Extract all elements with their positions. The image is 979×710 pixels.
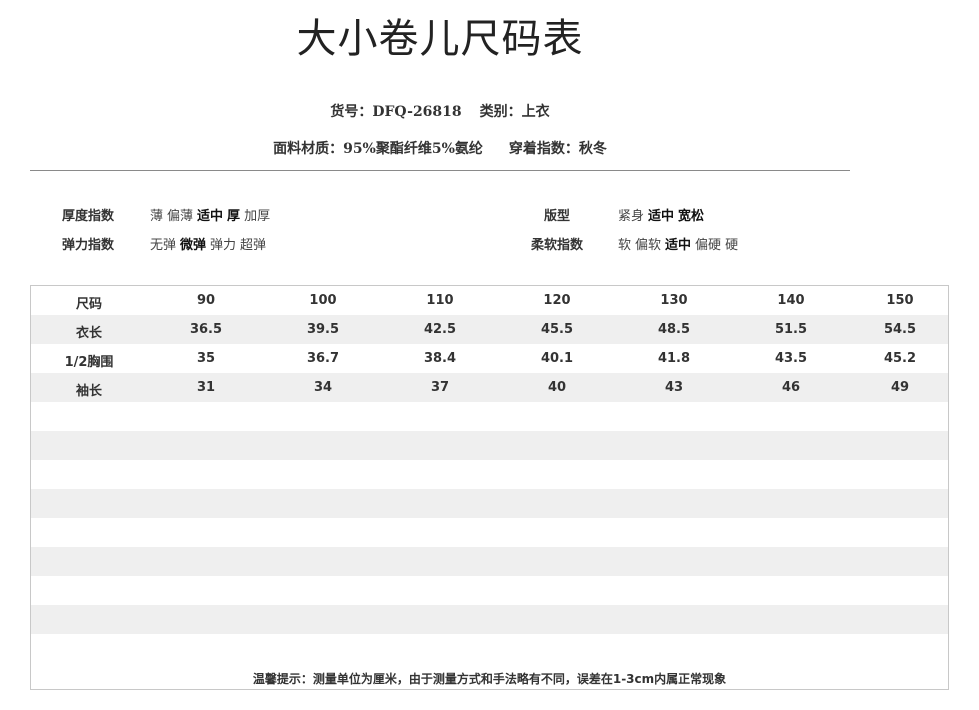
table-row: 1/2胸围 35 36.7 38.4 40.1 41.8 43.5 45.2 <box>31 344 948 373</box>
elasticity-label: 弹力指数 <box>62 238 115 253</box>
elasticity-options: 无弹 微弹 弹力 超弹 <box>150 234 270 253</box>
season-label: 穿着指数： <box>508 141 579 157</box>
table-cell: 48.5 <box>657 322 691 337</box>
fit-options: 紧身 适中 宽松 <box>618 205 708 224</box>
table-row: 袖长 31 34 37 40 43 46 49 <box>31 373 948 402</box>
category-label: 类别： <box>479 104 522 120</box>
row-label: 衣长 <box>75 326 102 341</box>
table-header-cell: 110 <box>426 293 454 308</box>
fit-option: 宽松 <box>678 209 705 224</box>
table-row <box>31 576 948 605</box>
softness-option: 偏硬 <box>695 238 722 253</box>
thickness-label: 厚度指数 <box>62 209 115 224</box>
thickness-options: 薄偏薄 适中厚加厚 <box>150 205 274 224</box>
fit-option: 适中 <box>648 209 675 224</box>
table-cell: 36.5 <box>189 322 223 337</box>
softness-option: 硬 <box>725 238 739 253</box>
table-cell: 43.5 <box>774 351 808 366</box>
elasticity-option: 超弹 <box>240 238 267 253</box>
softness-option: 适中 <box>665 238 692 253</box>
item-no: DFQ-26818 <box>372 104 462 120</box>
table-cell: 35 <box>196 351 216 366</box>
table-header-row: 尺码 90 100 110 120 130 140 150 <box>31 286 948 315</box>
table-row <box>31 634 948 663</box>
table-cell: 39.5 <box>306 322 340 337</box>
table-header-cell: 90 <box>196 293 216 308</box>
table-cell: 49 <box>890 380 910 395</box>
page-title: 大小卷儿尺码表 <box>296 16 584 62</box>
table-cell: 51.5 <box>774 322 808 337</box>
table-row <box>31 547 948 576</box>
table-header-cell: 150 <box>886 293 914 308</box>
row-label: 袖长 <box>75 384 102 399</box>
table-row <box>31 431 948 460</box>
table-cell: 40 <box>547 380 567 395</box>
table-header-cell: 尺码 <box>75 297 102 312</box>
table-row: 衣长 36.5 39.5 42.5 45.5 48.5 51.5 54.5 <box>31 315 948 344</box>
size-table: 袖长 31 34 37 40 43 46 49 1/2胸围 35 36.7 38.4 40.1 41.8 4… <box>30 285 949 690</box>
fit-option: 紧身 <box>618 209 645 224</box>
elasticity-option: 微弹 <box>180 238 207 253</box>
softness-option: 偏软 <box>635 238 662 253</box>
season: 秋冬 <box>578 141 607 157</box>
table-cell: 37 <box>430 380 450 395</box>
table-cell: 36.7 <box>306 351 340 366</box>
thickness-option: 适中 <box>197 209 224 224</box>
fit-label: 版型 <box>544 209 571 224</box>
table-row <box>31 605 948 634</box>
elasticity-option: 弹力 <box>210 238 237 253</box>
table-header-cell: 120 <box>543 293 571 308</box>
table-cell: 54.5 <box>883 322 917 337</box>
table-cell: 46 <box>781 380 801 395</box>
measurement-tip: 温馨提示：测量单位为厘米，由于测量方式和手法略有不同，误差在1-3cm内属正常现… <box>252 672 727 686</box>
table-cell: 31 <box>196 380 216 395</box>
thickness-option: 厚 <box>227 209 241 224</box>
table-row <box>31 460 948 489</box>
fabric-label: 面料材质： <box>273 141 344 157</box>
item-no-label: 货号： <box>330 104 373 120</box>
fabric: 95%聚酯纤维5%氨纶 <box>343 141 483 157</box>
table-cell: 34 <box>313 380 333 395</box>
softness-options: 软偏软 适中 偏硬硬 <box>618 234 742 253</box>
table-row <box>31 489 948 518</box>
table-cell: 40.1 <box>540 351 574 366</box>
elasticity-option: 无弹 <box>150 238 177 253</box>
table-cell: 38.4 <box>423 351 457 366</box>
table-header-cell: 130 <box>660 293 688 308</box>
table-cell: 45.2 <box>883 351 917 366</box>
table-row <box>31 402 948 431</box>
fabric-info: 面料材质：95%聚酯纤维5%氨纶 穿着指数：秋冬 <box>0 138 880 158</box>
table-cell: 42.5 <box>423 322 457 337</box>
row-label: 1/2胸围 <box>64 355 114 370</box>
table-header-cell: 140 <box>777 293 805 308</box>
table-cell: 45.5 <box>540 322 574 337</box>
category: 上衣 <box>521 104 550 120</box>
softness-label: 柔软指数 <box>531 238 584 253</box>
table-header-cell: 100 <box>309 293 337 308</box>
divider <box>30 170 850 171</box>
thickness-option: 偏薄 <box>167 209 194 224</box>
table-row <box>31 518 948 547</box>
thickness-option: 薄 <box>150 209 164 224</box>
softness-option: 软 <box>618 238 632 253</box>
table-cell: 43 <box>664 380 684 395</box>
table-cell: 41.8 <box>657 351 691 366</box>
item-info: 货号：DFQ-26818 类别：上衣 <box>0 101 880 121</box>
thickness-option: 加厚 <box>244 209 271 224</box>
